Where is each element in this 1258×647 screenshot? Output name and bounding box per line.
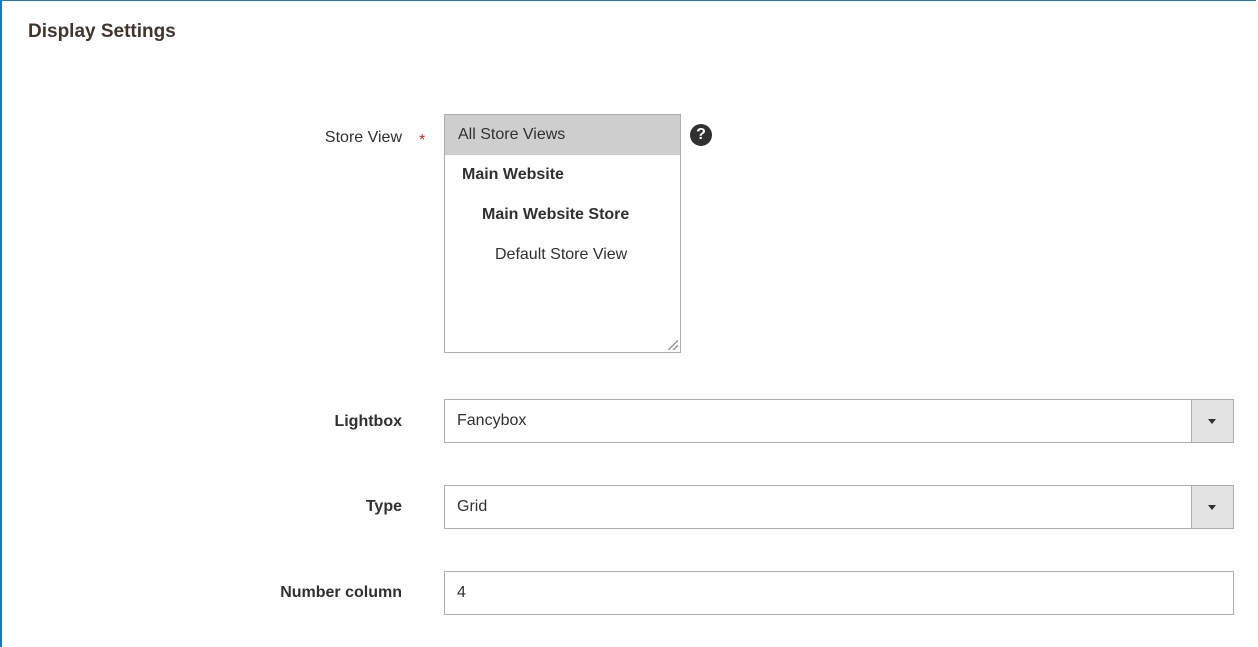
lightbox-select-value: Fancybox [457,412,527,429]
required-indicator: * [419,132,426,149]
store-view-option-store[interactable]: Main Website Store [445,195,680,235]
lightbox-select-toggle[interactable] [1191,400,1233,442]
type-label: Type [365,498,402,515]
store-view-option-default[interactable]: Default Store View [445,235,680,275]
lightbox-select[interactable]: Fancybox [444,399,1234,443]
type-select-toggle[interactable] [1191,486,1233,528]
resize-grip-icon[interactable] [668,340,678,350]
store-view-option-website[interactable]: Main Website [445,155,680,195]
store-view-multiselect[interactable]: All Store Views Main Website Main Websit… [444,114,681,353]
store-view-option-all[interactable]: All Store Views [445,115,680,155]
number-column-label: Number column [280,584,402,601]
section-title: Display Settings [28,21,176,42]
caret-down-icon [1208,419,1216,424]
lightbox-label: Lightbox [334,413,402,430]
store-view-label: Store View [324,129,402,146]
question-circle-icon[interactable]: ? [690,124,712,146]
caret-down-icon [1208,505,1216,510]
type-select-value: Grid [457,498,488,515]
number-column-input[interactable] [444,571,1234,615]
display-settings-panel: Display Settings Store View * All Store … [0,0,1256,647]
type-select[interactable]: Grid [444,485,1234,529]
